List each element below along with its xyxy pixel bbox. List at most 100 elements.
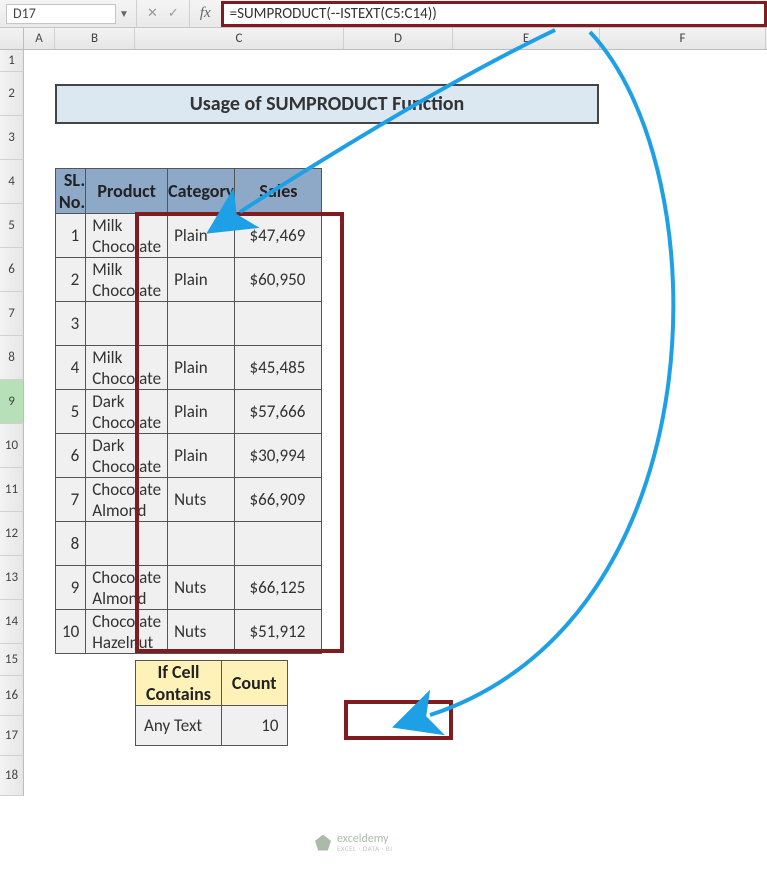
formula-bar: D17 ▼ ✕ ✓ fx =SUMPRODUCT(--ISTEXT(C5:C14… bbox=[0, 0, 767, 28]
th-sales: Sales bbox=[235, 169, 322, 214]
cell-sales[interactable] bbox=[235, 302, 322, 346]
fx-icon[interactable]: fx bbox=[190, 5, 221, 22]
col-header-E[interactable]: E bbox=[453, 28, 600, 49]
col-header-C[interactable]: C bbox=[135, 28, 344, 49]
cell-product[interactable] bbox=[86, 302, 168, 346]
row-header-12[interactable]: 12 bbox=[0, 512, 24, 556]
table-row: 3 bbox=[56, 302, 322, 346]
cell-sales[interactable]: $51,912 bbox=[235, 610, 322, 654]
row-header-13[interactable]: 13 bbox=[0, 556, 24, 600]
row-header-11[interactable]: 11 bbox=[0, 468, 24, 512]
currency-symbol: $ bbox=[249, 357, 258, 378]
cell-category[interactable]: Plain bbox=[168, 390, 235, 434]
cell-category[interactable]: Plain bbox=[168, 434, 235, 478]
th-category: Category bbox=[168, 169, 235, 214]
row-header-8[interactable]: 8 bbox=[0, 336, 24, 380]
col-header-B[interactable]: B bbox=[55, 28, 135, 49]
sales-amount: 66,125 bbox=[258, 577, 305, 598]
cancel-icon[interactable]: ✕ bbox=[147, 6, 158, 21]
row-header-1[interactable]: 1 bbox=[0, 50, 24, 72]
row-header-6[interactable]: 6 bbox=[0, 248, 24, 292]
table-row: 9Chocolate AlmondNuts$66,125 bbox=[56, 566, 322, 610]
cell-sales[interactable]: $66,125 bbox=[235, 566, 322, 610]
table-row: 1Milk ChocolatePlain$47,469 bbox=[56, 214, 322, 258]
col-header-F[interactable]: F bbox=[600, 28, 766, 49]
watermark-sub: EXCEL · DATA · BI bbox=[337, 845, 393, 852]
row-header-14[interactable]: 14 bbox=[0, 600, 24, 644]
cell-sl[interactable]: 1 bbox=[56, 214, 86, 258]
sales-amount: 47,469 bbox=[258, 225, 305, 246]
count-header-row: If Cell Contains Count bbox=[136, 661, 288, 706]
cell-product[interactable]: Milk Chocolate bbox=[86, 346, 168, 390]
cell-sl[interactable]: 4 bbox=[56, 346, 86, 390]
watermark-logo-icon bbox=[315, 835, 331, 851]
name-box-wrap: D17 ▼ bbox=[0, 0, 137, 27]
cell-sl[interactable]: 7 bbox=[56, 478, 86, 522]
cell-sales[interactable]: $66,909 bbox=[235, 478, 322, 522]
cell-sales[interactable]: $45,485 bbox=[235, 346, 322, 390]
formula-input[interactable]: =SUMPRODUCT(--ISTEXT(C5:C14)) bbox=[221, 1, 767, 27]
cell-category[interactable]: Plain bbox=[168, 346, 235, 390]
row-header-3[interactable]: 3 bbox=[0, 116, 24, 160]
enter-icon[interactable]: ✓ bbox=[168, 6, 179, 21]
cell-product[interactable]: Milk Chocolate bbox=[86, 214, 168, 258]
cell-product[interactable]: Dark Chocolate bbox=[86, 434, 168, 478]
table-row: 10Chocolate HazelnutNuts$51,912 bbox=[56, 610, 322, 654]
cell-category[interactable]: Plain bbox=[168, 258, 235, 302]
cell-product[interactable]: Chocolate Hazelnut bbox=[86, 610, 168, 654]
row-header-9[interactable]: 9 bbox=[0, 380, 24, 424]
cell-category[interactable]: Plain bbox=[168, 214, 235, 258]
cell-product[interactable]: Chocolate Almond bbox=[86, 478, 168, 522]
cell-sales[interactable]: $60,950 bbox=[235, 258, 322, 302]
col-header-D[interactable]: D bbox=[344, 28, 453, 49]
currency-symbol: $ bbox=[249, 269, 258, 290]
cell-product[interactable]: Dark Chocolate bbox=[86, 390, 168, 434]
row-header-17[interactable]: 17 bbox=[0, 716, 24, 756]
cell-sl[interactable]: 3 bbox=[56, 302, 86, 346]
sales-amount: 51,912 bbox=[258, 621, 305, 642]
cell-sales[interactable]: $47,469 bbox=[235, 214, 322, 258]
name-box[interactable]: D17 bbox=[6, 4, 116, 24]
cell-category[interactable]: Nuts bbox=[168, 610, 235, 654]
row-header-4[interactable]: 4 bbox=[0, 160, 24, 204]
currency-symbol: $ bbox=[249, 489, 258, 510]
cell-product[interactable]: Chocolate Almond bbox=[86, 566, 168, 610]
cell-category[interactable] bbox=[168, 522, 235, 566]
table-row: 8 bbox=[56, 522, 322, 566]
count-data-row: Any Text 10 bbox=[136, 706, 288, 746]
cell-sales[interactable]: $30,994 bbox=[235, 434, 322, 478]
cell-sales[interactable]: $57,666 bbox=[235, 390, 322, 434]
cell-sl[interactable]: 2 bbox=[56, 258, 86, 302]
row-header-18[interactable]: 18 bbox=[0, 756, 24, 796]
table-row: 4Milk ChocolatePlain$45,485 bbox=[56, 346, 322, 390]
currency-symbol: $ bbox=[249, 621, 258, 642]
currency-symbol: $ bbox=[249, 225, 258, 246]
name-box-dropdown-icon[interactable]: ▼ bbox=[116, 7, 132, 20]
currency-symbol: $ bbox=[249, 401, 258, 422]
row-header-16[interactable]: 16 bbox=[0, 676, 24, 716]
row-header-5[interactable]: 5 bbox=[0, 204, 24, 248]
select-all-corner[interactable] bbox=[0, 28, 24, 49]
sales-amount: 60,950 bbox=[258, 269, 305, 290]
cell-sl[interactable]: 6 bbox=[56, 434, 86, 478]
row-header-7[interactable]: 7 bbox=[0, 292, 24, 336]
cell-sl[interactable]: 8 bbox=[56, 522, 86, 566]
cell-sl[interactable]: 9 bbox=[56, 566, 86, 610]
cell-sl[interactable]: 10 bbox=[56, 610, 86, 654]
cell-sl[interactable]: 5 bbox=[56, 390, 86, 434]
cell-product[interactable] bbox=[86, 522, 168, 566]
cell-category[interactable]: Nuts bbox=[168, 566, 235, 610]
row-header-15[interactable]: 15 bbox=[0, 644, 24, 676]
cell-category[interactable] bbox=[168, 302, 235, 346]
row-header-2[interactable]: 2 bbox=[0, 72, 24, 116]
table-header-row: SL. No. Product Category Sales bbox=[56, 169, 322, 214]
count-label-cell[interactable]: Any Text bbox=[136, 706, 222, 746]
count-value-cell[interactable]: 10 bbox=[221, 706, 287, 746]
row-header-10[interactable]: 10 bbox=[0, 424, 24, 468]
cell-category[interactable]: Nuts bbox=[168, 478, 235, 522]
col-header-A[interactable]: A bbox=[24, 28, 55, 49]
cell-product[interactable]: Milk Chocolate bbox=[86, 258, 168, 302]
table-row: 5Dark ChocolatePlain$57,666 bbox=[56, 390, 322, 434]
sales-amount: 30,994 bbox=[258, 445, 305, 466]
cell-sales[interactable] bbox=[235, 522, 322, 566]
